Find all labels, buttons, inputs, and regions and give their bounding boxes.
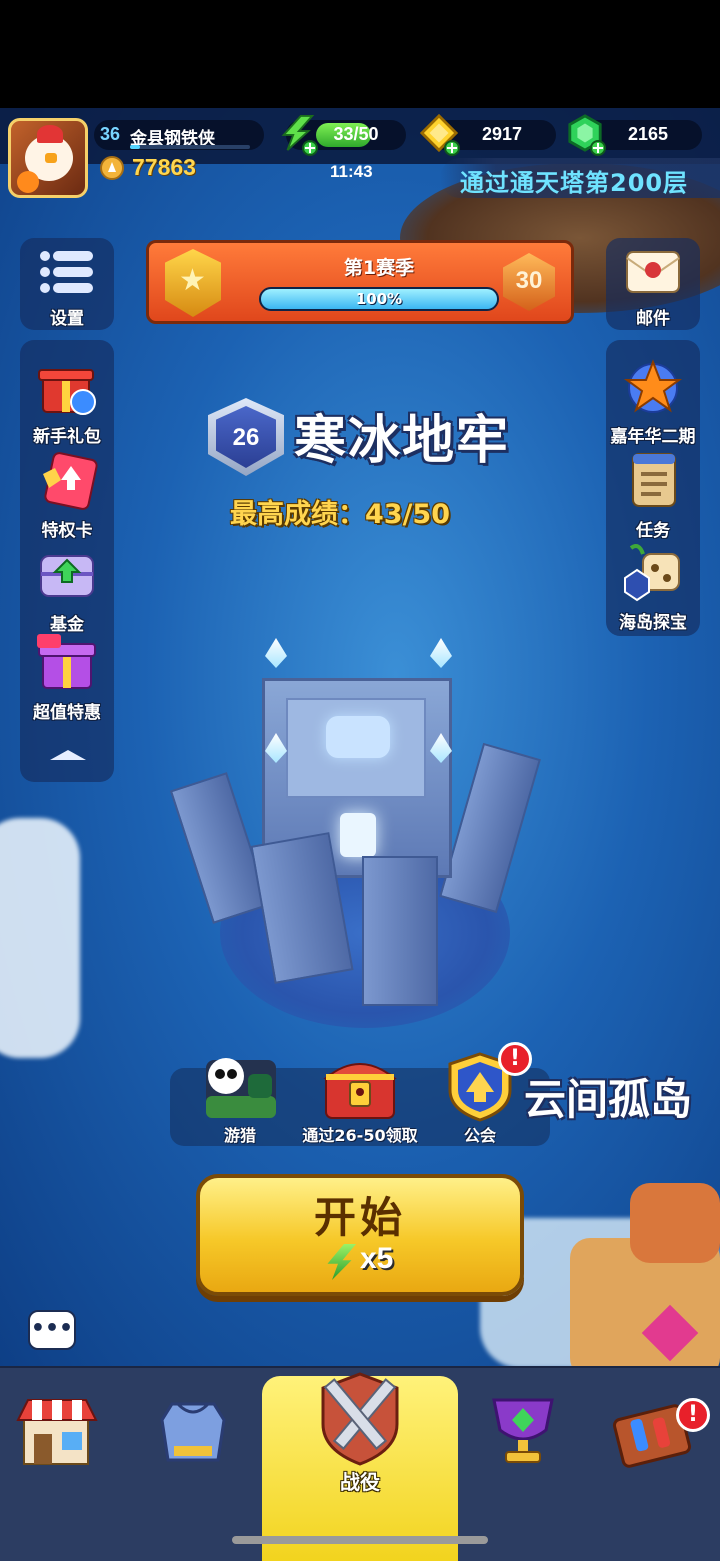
new-player-gift-button[interactable]: 新手礼包 (20, 354, 114, 447)
nav-battle-label: 战役 (340, 1470, 380, 1494)
mail-button[interactable]: 邮件 (606, 238, 700, 330)
rooster-beak (45, 153, 57, 163)
ice-crystal (265, 638, 287, 668)
quest-banner[interactable]: 通过通天塔第200层 (440, 158, 720, 198)
reward-chest-label: 通过26-50领取 (302, 1126, 418, 1145)
game-screen: 36 金县钢铁侠 77863 33/50 2917 2165 11:43 通过通… (0, 0, 720, 1561)
tasks-label: 任务 (636, 521, 670, 541)
xp-bar (130, 145, 250, 149)
mail-icon (626, 251, 680, 293)
island-treasure-icon (624, 544, 680, 602)
collapse-menu-arrow-icon[interactable] (50, 750, 86, 760)
super-deal-label: 超值特惠 (33, 703, 101, 723)
task-scroll-icon (632, 453, 676, 507)
hunt-label: 游猎 (223, 1126, 256, 1145)
season-level-number: 30 (515, 267, 543, 294)
energy-pill[interactable]: 33/50 (281, 114, 406, 156)
start-button-label: 开始 (313, 1193, 406, 1242)
xp-bar-fill (130, 145, 140, 149)
left-menu-panel: 新手礼包 特权卡 基金 超值特惠 (20, 340, 114, 782)
trophy-display[interactable]: 77863 (94, 152, 266, 186)
season-progress-text: 100% (355, 290, 403, 308)
fortress-gate (340, 813, 376, 857)
ice-dungeon-fortress[interactable] (169, 628, 541, 1028)
nav-shop[interactable] (12, 1390, 122, 1480)
right-menu-panel: 嘉年华二期 任务 海岛探宝 (606, 340, 700, 636)
cloud-left (0, 818, 80, 1058)
player-level: 36 (100, 124, 121, 144)
ice-pillar (362, 856, 438, 1006)
start-energy-cost: x5 (326, 1242, 406, 1280)
guild-label: 公会 (463, 1126, 496, 1145)
carnival-button[interactable]: 嘉年华二期 (606, 354, 700, 447)
gems-pill[interactable]: 2165 (568, 114, 702, 156)
orange-tree-icon (630, 1183, 720, 1263)
season-star-badge-icon (165, 249, 221, 317)
map-alert-mark: ! (687, 1402, 699, 1427)
lightning-energy-icon (327, 1244, 356, 1280)
trophy-count: 77863 (132, 154, 196, 180)
shop-icon (16, 1399, 98, 1465)
mail-label: 邮件 (636, 309, 670, 329)
energy-timer: 11:43 (330, 162, 373, 181)
settings-menu-icon (40, 251, 93, 293)
battle-swords-icon (321, 1372, 399, 1466)
energy-value: 33/50 (333, 124, 379, 144)
island-treasure-label: 海岛探宝 (619, 613, 687, 633)
reward-chest-button[interactable]: 通过26-50领取 (300, 1050, 420, 1146)
start-battle-button[interactable]: 开始 x5 (196, 1174, 524, 1296)
settings-label: 设置 (50, 309, 84, 329)
stage-badge-inner: 26 (216, 406, 276, 468)
stage-name: 寒冰地牢 (294, 411, 511, 471)
ice-pillar (439, 742, 541, 914)
bottom-navigation: 战役 ! (0, 1366, 720, 1561)
pumpkin-icon (17, 171, 39, 193)
fortress-rune (326, 716, 390, 758)
season-banner[interactable]: 第1赛季 100% 30 (146, 240, 574, 324)
best-score: 最高成绩：43/50 (230, 499, 451, 530)
chat-button[interactable]: ••• (28, 1310, 76, 1350)
gift-icon (38, 369, 96, 415)
fund-chest-icon (40, 555, 94, 597)
privilege-card-button[interactable]: 特权卡 (20, 448, 114, 541)
nav-battle[interactable]: 战役 (305, 1368, 415, 1494)
tasks-button[interactable]: 任务 (606, 448, 700, 541)
fund-button[interactable]: 基金 (20, 542, 114, 635)
hunt-panda-icon (206, 1058, 276, 1118)
privilege-card-label: 特权卡 (41, 521, 93, 541)
gold-value: 2917 (481, 124, 523, 144)
trophy-cup-icon (492, 1398, 554, 1463)
super-deal-icon (37, 634, 96, 689)
armor-icon (160, 1402, 226, 1462)
island-treasure-button[interactable]: 海岛探宝 (606, 540, 700, 633)
season-title: 第1赛季 (343, 257, 415, 279)
rooster-comb (37, 125, 63, 143)
season-level-badge: 30 (503, 253, 555, 311)
settings-button[interactable]: 设置 (20, 238, 114, 330)
gold-pill[interactable]: 2917 (420, 114, 556, 156)
map-alert-badge: ! (676, 1398, 710, 1432)
ice-crystal (430, 638, 452, 668)
start-cost-value: x5 (360, 1242, 394, 1275)
super-deal-button[interactable]: 超值特惠 (20, 630, 114, 723)
quick-action-bar: 游猎 通过26-50领取 公会 (170, 1052, 550, 1146)
privilege-card-icon (43, 452, 98, 510)
chat-dots-icon: ••• (30, 1316, 74, 1341)
hunt-button[interactable]: 游猎 (180, 1050, 300, 1146)
nav-trophy[interactable] (478, 1390, 588, 1480)
home-indicator[interactable] (232, 1536, 488, 1544)
carnival-star-icon (623, 359, 683, 413)
treasure-chest-icon (323, 1063, 397, 1119)
season-progress-bar: 100% (259, 287, 499, 311)
player-avatar[interactable] (8, 118, 88, 198)
trophy-icon (100, 156, 124, 180)
gems-value: 2165 (627, 124, 669, 144)
next-island-label[interactable]: 云间孤岛 (524, 1066, 692, 1127)
nav-equipment[interactable] (148, 1390, 258, 1480)
player-name-pill[interactable]: 36 金县钢铁侠 (94, 120, 264, 150)
new-player-gift-label: 新手礼包 (33, 427, 101, 447)
quest-banner-text: 通过通天塔第200层 (460, 169, 689, 197)
stage-number: 26 (232, 424, 260, 451)
carnival-label: 嘉年华二期 (610, 427, 696, 447)
